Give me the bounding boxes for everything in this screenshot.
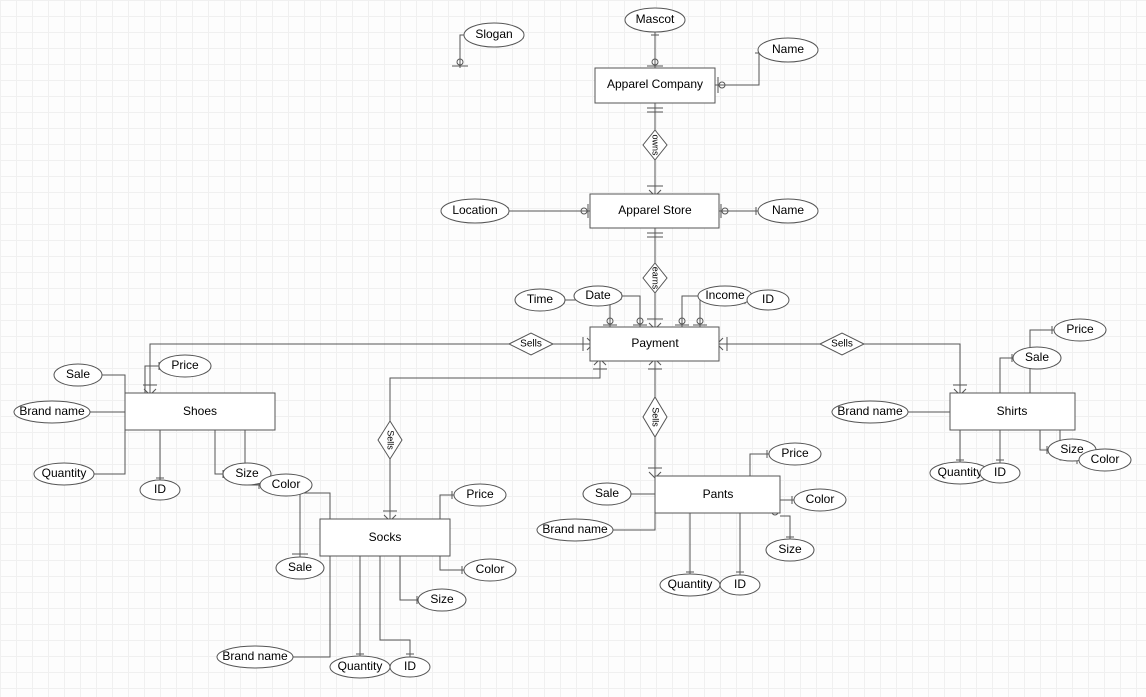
attr-pants-price-label: Price [781,446,809,460]
attr-shoes-size-label: Size [235,466,259,480]
entity-apparel-store-label: Apparel Store [618,203,692,217]
attr-mascot-label: Mascot [636,12,675,26]
er-diagram: Apparel Company Apparel Store Payment Sh… [0,0,1146,697]
attr-socks-color-label: Color [476,562,505,576]
rel-earns-label: earns [651,267,661,290]
attr-shoes-brand-label: Brand name [19,404,85,418]
entity-payment-label: Payment [631,336,679,350]
attr-pants-qty-label: Quantity [668,577,713,591]
attr-pants-brand-label: Brand name [542,522,608,536]
attr-location-label: Location [452,203,497,217]
attr-pants-size-label: Size [778,542,802,556]
attr-shoes-price-label: Price [171,358,199,372]
attr-shirts-brand-label: Brand name [837,404,903,418]
attr-shirts-size-label: Size [1060,442,1084,456]
attr-socks-size-label: Size [430,592,454,606]
rel-owns-label: owns [651,134,661,156]
rel-sells-pants-label: Sells [651,407,661,427]
attr-socks-qty-label: Quantity [338,659,383,673]
entity-socks-label: Socks [369,530,402,544]
entity-pants-label: Pants [703,487,734,501]
entity-shoes-label: Shoes [183,404,217,418]
attr-shirts-sale-label: Sale [1025,350,1049,364]
attr-shirts-qty-label: Quantity [938,465,983,479]
attr-pay-id-label: ID [762,292,774,306]
attr-shoes-id-label: ID [154,482,166,496]
attr-as-name-label: Name [772,203,804,217]
attr-shirts-price-label: Price [1066,322,1094,336]
rel-sells-socks-label: Sells [386,430,396,450]
entity-shirts-label: Shirts [997,404,1028,418]
entity-apparel-company-label: Apparel Company [607,77,703,91]
attr-socks-id-label: ID [404,659,416,673]
attr-shoes-sale-label: Sale [66,367,90,381]
attr-shirts-id-label: ID [994,465,1006,479]
attr-date-label: Date [585,288,611,302]
rel-sells-shoes-label: Sells [520,339,542,350]
attr-income-label: Income [705,288,745,302]
attr-pants-id-label: ID [734,577,746,591]
attr-shoes-color-label: Color [272,477,301,491]
attr-pants-color-label: Color [806,492,835,506]
attr-ac-name-label: Name [772,42,804,56]
attr-shirts-color-label: Color [1091,452,1120,466]
attr-time-label: Time [527,292,554,306]
attr-slogan-label: Slogan [475,27,512,41]
attr-socks-price-label: Price [466,487,494,501]
attr-pants-sale-label: Sale [595,486,619,500]
attr-socks-brand-label: Brand name [222,649,288,663]
attr-shoes-qty-label: Quantity [42,466,87,480]
rel-sells-shirts-label: Sells [831,339,853,350]
attr-socks-sale-label: Sale [288,560,312,574]
